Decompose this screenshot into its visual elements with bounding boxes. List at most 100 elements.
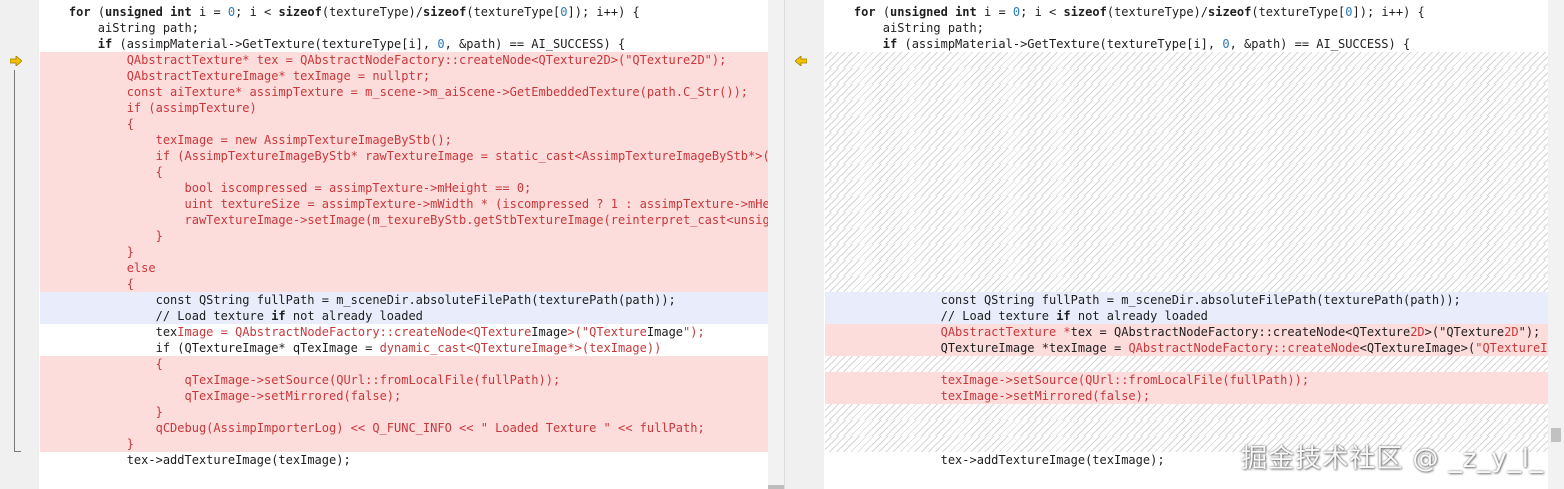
code-line[interactable]: } xyxy=(40,228,768,244)
code-line[interactable]: for (unsigned int i = 0; i < sizeof(text… xyxy=(825,4,1550,20)
code-line[interactable]: if (QTextureImage* qTexImage = dynamic_c… xyxy=(40,340,768,356)
code-line[interactable]: const aiTexture* assimpTexture = m_scene… xyxy=(40,84,768,100)
code-line[interactable] xyxy=(825,244,1550,260)
code-text: rawTextureImage->setImage(m_texureByStb.… xyxy=(184,213,769,227)
code-line[interactable]: texImage = new AssimpTextureImageByStb()… xyxy=(40,132,768,148)
code-line[interactable]: QAbstractTextureImage* texImage = nullpt… xyxy=(40,68,768,84)
code-token: 2D xyxy=(1504,325,1519,339)
code-text: qTexImage->setMirrored(false); xyxy=(184,389,402,403)
left-vertical-scrollbar[interactable] xyxy=(768,0,784,489)
code-line[interactable] xyxy=(825,260,1550,276)
code-line[interactable]: qTexImage->setSource(QUrl::fromLocalFile… xyxy=(40,372,768,388)
left-code-view[interactable]: for (unsigned int i = 0; i < sizeof(text… xyxy=(40,4,768,468)
code-text: if (assimpMaterial->GetTexture(textureTy… xyxy=(882,37,1411,51)
code-line[interactable]: QTextureImage *texImage = QAbstractNodeF… xyxy=(825,340,1550,356)
code-line[interactable]: { xyxy=(40,116,768,132)
code-token: Image xyxy=(531,325,568,339)
code-token: QTextureImage *texImage = xyxy=(940,341,1129,355)
arrow-right-icon[interactable] xyxy=(10,56,22,66)
code-line[interactable] xyxy=(825,84,1550,100)
code-line[interactable]: // Load texture if not already loaded xyxy=(825,308,1550,324)
code-line[interactable]: { xyxy=(40,276,768,292)
code-line[interactable] xyxy=(825,68,1550,84)
code-line[interactable]: for (unsigned int i = 0; i < sizeof(text… xyxy=(40,4,768,20)
code-line[interactable]: { xyxy=(40,164,768,180)
code-line[interactable]: if (assimpTexture) xyxy=(40,100,768,116)
code-text: } xyxy=(155,229,163,243)
code-line[interactable]: QAbstractTexture* tex = QAbstractNodeFac… xyxy=(40,52,768,68)
right-code-view[interactable]: for (unsigned int i = 0; i < sizeof(text… xyxy=(825,4,1550,468)
code-line[interactable] xyxy=(825,212,1550,228)
code-text: } xyxy=(126,245,134,259)
code-line[interactable]: { xyxy=(40,356,768,372)
right-scrollbar-thumb[interactable] xyxy=(1551,428,1561,442)
code-line[interactable] xyxy=(825,276,1550,292)
code-token: dynamic_cast<QTextureImage*>(texImage)) xyxy=(379,341,662,355)
arrow-left-icon[interactable] xyxy=(795,56,807,66)
code-line[interactable]: aiString path; xyxy=(825,20,1550,36)
code-line[interactable] xyxy=(825,196,1550,212)
code-line[interactable]: if (AssimpTextureImageByStb* rawTextureI… xyxy=(40,148,768,164)
code-line[interactable]: texImage->setMirrored(false); xyxy=(825,388,1550,404)
code-line[interactable]: texImage->setSource(QUrl::fromLocalFile(… xyxy=(825,372,1550,388)
watermark: 掘金技术社区 @ _z_y_l_ xyxy=(1241,444,1544,474)
code-line[interactable] xyxy=(825,356,1550,372)
code-line[interactable]: tex->addTextureImage(texImage); xyxy=(40,452,768,468)
code-line[interactable]: const QString fullPath = m_sceneDir.abso… xyxy=(825,292,1550,308)
code-token: >("QTexture xyxy=(567,325,647,339)
code-line[interactable]: bool iscompressed = assimpTexture->mHeig… xyxy=(40,180,768,196)
code-line[interactable]: texImage = QAbstractNodeFactory::createN… xyxy=(40,324,768,340)
code-text: const QString fullPath = m_sceneDir.abso… xyxy=(940,293,1461,307)
code-line[interactable]: } xyxy=(40,436,768,452)
code-line[interactable]: } xyxy=(40,244,768,260)
code-token: Image xyxy=(646,325,684,339)
code-line[interactable] xyxy=(825,404,1550,420)
code-token: <QTextureImage>( xyxy=(1359,341,1476,355)
code-text: for (unsigned int i = 0; i < sizeof(text… xyxy=(853,5,1425,19)
code-line[interactable]: qCDebug(AssimpImporterLog) << Q_FUNC_INF… xyxy=(40,420,768,436)
code-line[interactable] xyxy=(825,420,1550,436)
code-text: QAbstractTextureImage* texImage = nullpt… xyxy=(126,69,431,83)
code-token: QAbstractNodeFactory::createNode xyxy=(1128,341,1360,355)
change-bracket xyxy=(14,70,21,452)
code-line[interactable] xyxy=(825,52,1550,68)
left-diff-pane[interactable]: for (unsigned int i = 0; i < sizeof(text… xyxy=(0,0,785,489)
code-text: aiString path; xyxy=(97,21,199,35)
code-line[interactable] xyxy=(825,228,1550,244)
code-line[interactable]: QAbstractTexture *tex = QAbstractNodeFac… xyxy=(825,324,1550,340)
right-diff-pane[interactable]: for (unsigned int i = 0; i < sizeof(text… xyxy=(785,0,1564,489)
code-token: if (QTextureImage* qTexImage = xyxy=(155,341,380,355)
code-line[interactable] xyxy=(825,148,1550,164)
code-line[interactable]: else xyxy=(40,260,768,276)
code-text: tex->addTextureImage(texImage); xyxy=(940,453,1165,467)
code-line[interactable]: // Load texture if not already loaded xyxy=(40,308,768,324)
code-text: uint textureSize = assimpTexture->mWidth… xyxy=(184,197,769,211)
code-line[interactable] xyxy=(825,100,1550,116)
code-text: if (AssimpTextureImageByStb* rawTextureI… xyxy=(155,149,768,163)
code-line[interactable]: if (assimpMaterial->GetTexture(textureTy… xyxy=(825,36,1550,52)
code-line[interactable]: const QString fullPath = m_sceneDir.abso… xyxy=(40,292,768,308)
code-text: aiString path; xyxy=(882,21,984,35)
code-token: tex xyxy=(155,325,178,339)
code-line[interactable]: uint textureSize = assimpTexture->mWidth… xyxy=(40,196,768,212)
code-token: "); xyxy=(1518,325,1541,339)
right-gutter xyxy=(785,0,824,489)
code-line[interactable]: aiString path; xyxy=(40,20,768,36)
code-text: qCDebug(AssimpImporterLog) << Q_FUNC_INF… xyxy=(155,421,705,435)
code-line[interactable] xyxy=(825,164,1550,180)
code-line[interactable]: } xyxy=(40,404,768,420)
code-line[interactable]: rawTextureImage->setImage(m_texureByStb.… xyxy=(40,212,768,228)
right-vertical-scrollbar[interactable] xyxy=(1548,0,1564,489)
code-line[interactable]: if (assimpMaterial->GetTexture(textureTy… xyxy=(40,36,768,52)
left-gutter xyxy=(0,0,39,489)
code-token: >("QTexture xyxy=(1424,325,1505,339)
code-text: { xyxy=(155,165,163,179)
code-line[interactable] xyxy=(825,180,1550,196)
code-text: const aiTexture* assimpTexture = m_scene… xyxy=(126,85,749,99)
code-line[interactable] xyxy=(825,116,1550,132)
code-text: for (unsigned int i = 0; i < sizeof(text… xyxy=(68,5,640,19)
code-line[interactable]: qTexImage->setMirrored(false); xyxy=(40,388,768,404)
code-token: "QTextureImage" xyxy=(1475,341,1550,355)
code-line[interactable] xyxy=(825,132,1550,148)
left-horizontal-scrollbar-thumb[interactable] xyxy=(768,485,784,489)
